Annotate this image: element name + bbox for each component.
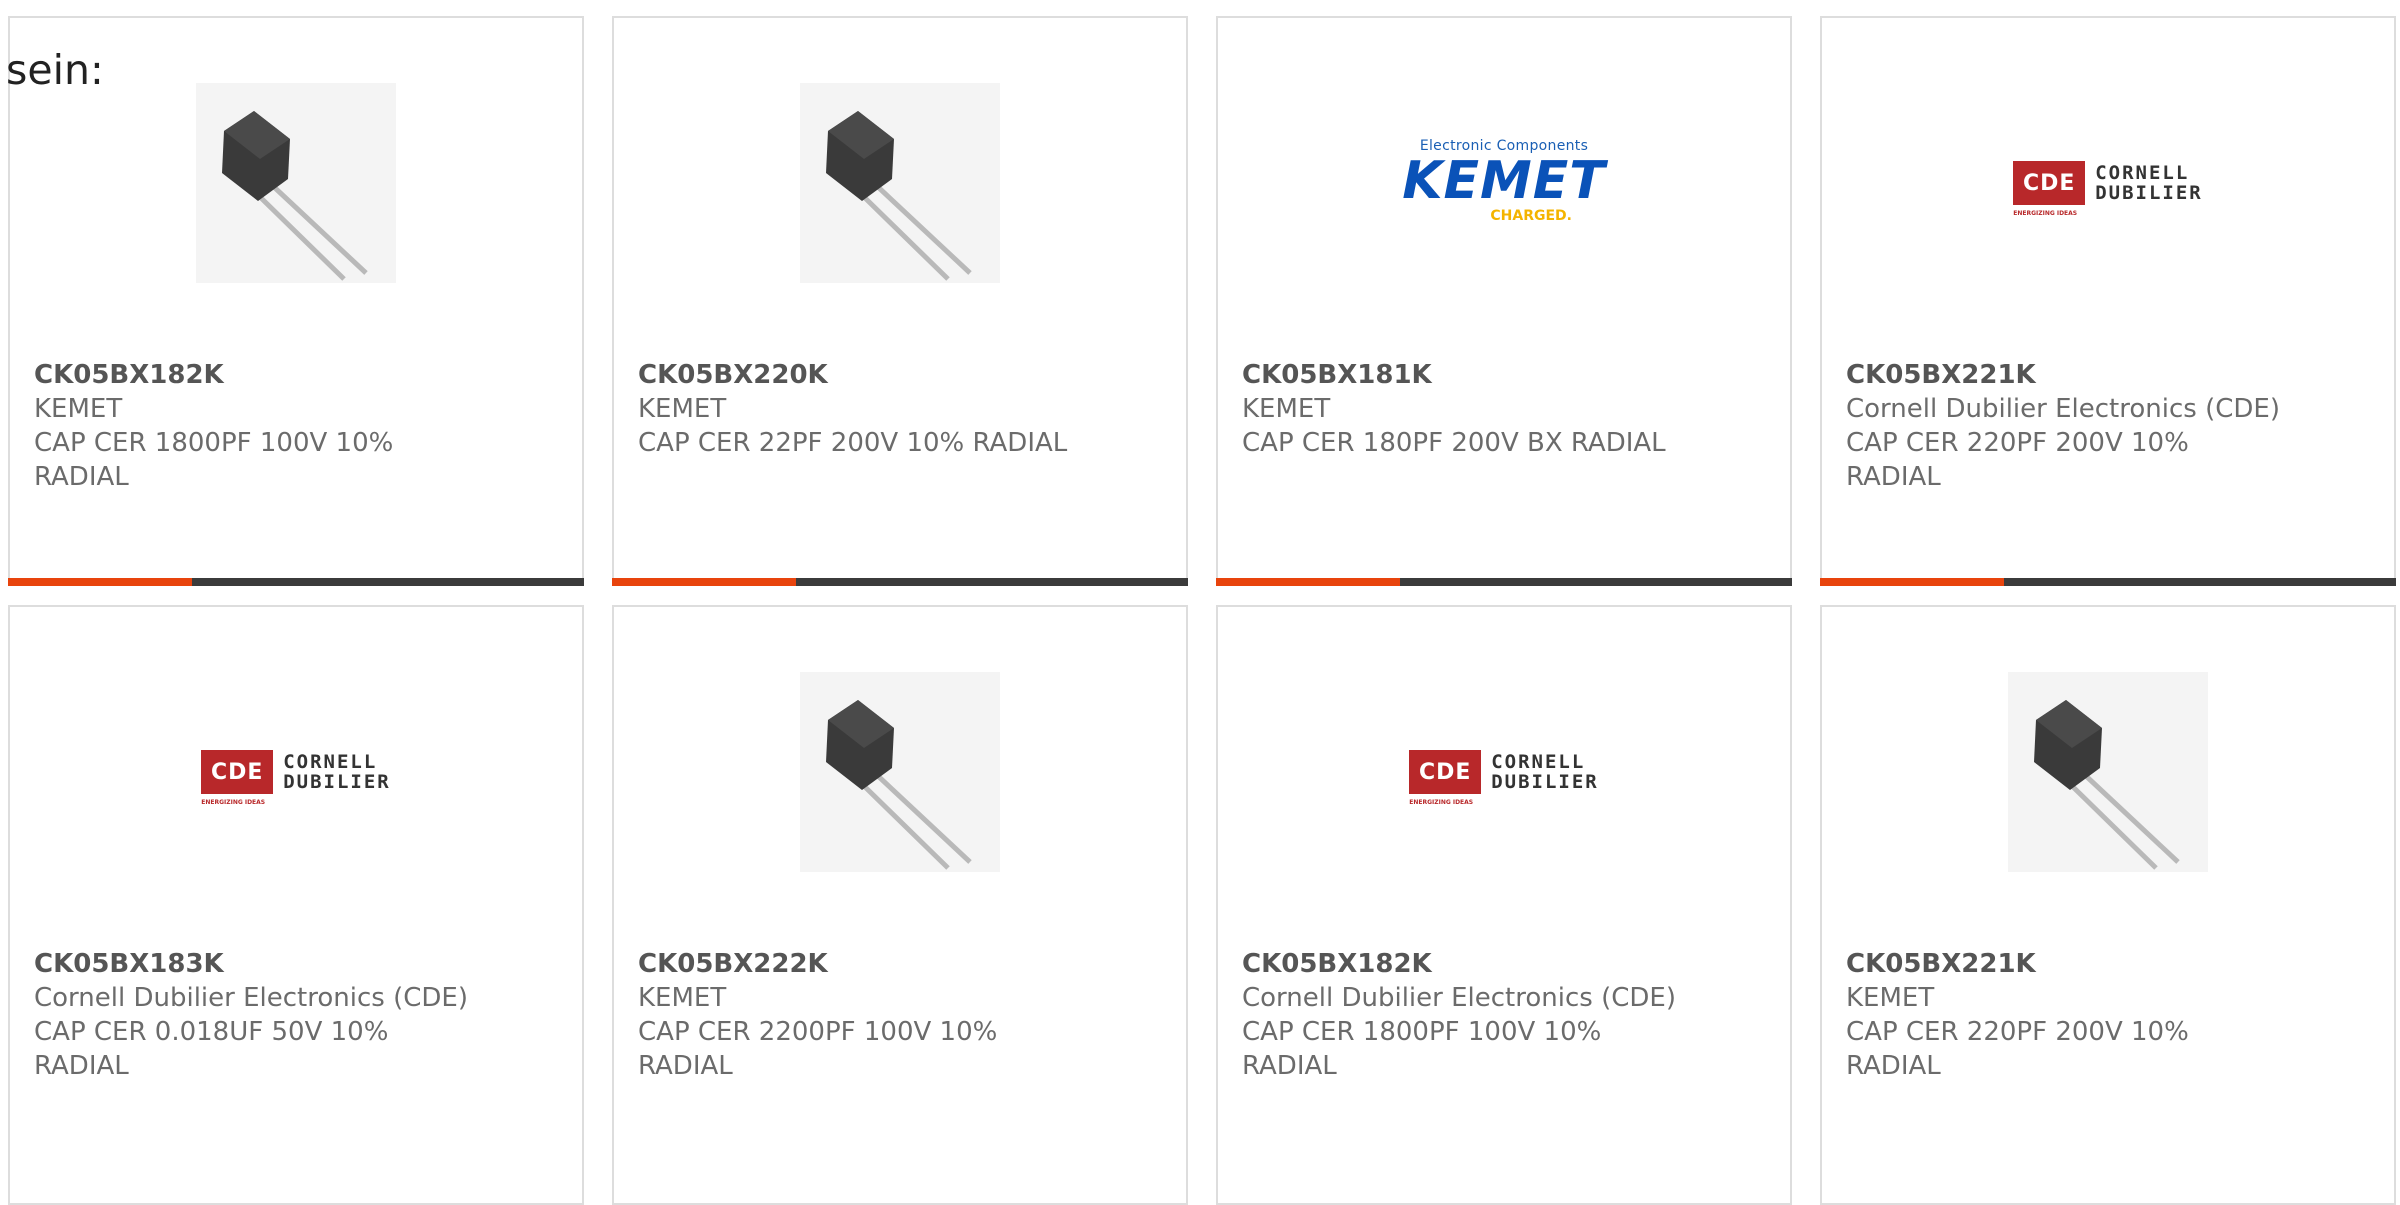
description-line: RADIAL — [34, 462, 129, 492]
cde-name: CORNELL DUBILIER — [1491, 752, 1599, 792]
description-line: RADIAL — [1846, 1051, 1941, 1081]
description-line: CAP CER 1800PF 100V 10% — [34, 428, 394, 458]
card-bottom-bar — [1216, 578, 1792, 586]
product-info: CK05BX181K KEMET CAP CER 180PF 200V BX R… — [1242, 358, 1766, 460]
cde-mark-text: CDE — [2023, 170, 2076, 196]
capacitor-image — [800, 672, 1000, 872]
cde-mark: CDE ENERGIZING IDEAS — [1409, 750, 1482, 806]
kemet-logo: Electronic Components KEMET CHARGED. — [1394, 138, 1614, 228]
card-accent — [612, 578, 796, 586]
description-line: CAP CER 180PF 200V BX RADIAL — [1242, 428, 1666, 458]
cde-logo: CDE ENERGIZING IDEAS CORNELL DUBILIER — [2013, 161, 2203, 217]
product-info: CK05BX221K KEMET CAP CER 220PF 200V 10% … — [1846, 947, 2370, 1083]
cde-name-line2: DUBILIER — [283, 771, 391, 793]
card-accent — [1820, 578, 2004, 586]
part-number[interactable]: CK05BX182K — [34, 358, 558, 392]
product-grid: CK05BX182K KEMET CAP CER 1800PF 100V 10%… — [8, 16, 2400, 1205]
manufacturer: KEMET — [1846, 983, 1935, 1013]
description-line: RADIAL — [1242, 1051, 1337, 1081]
product-image — [614, 667, 1186, 877]
product-image: CDE ENERGIZING IDEAS CORNELL DUBILIER — [1218, 667, 1790, 877]
part-number[interactable]: CK05BX182K — [1242, 947, 1766, 981]
part-number[interactable]: CK05BX181K — [1242, 358, 1766, 392]
cde-mark-text: CDE — [211, 759, 264, 785]
description-line: RADIAL — [34, 1051, 129, 1081]
cde-mark-text: CDE — [1419, 759, 1472, 785]
product-image: CDE ENERGIZING IDEAS CORNELL DUBILIER — [1822, 78, 2394, 288]
description-line: CAP CER 0.018UF 50V 10% — [34, 1017, 389, 1047]
part-number[interactable]: CK05BX221K — [1846, 947, 2370, 981]
manufacturer: KEMET — [638, 394, 727, 424]
cde-name-line1: CORNELL — [283, 751, 378, 773]
product-info: CK05BX220K KEMET CAP CER 22PF 200V 10% R… — [638, 358, 1162, 460]
part-number[interactable]: CK05BX183K — [34, 947, 558, 981]
product-image — [1822, 667, 2394, 877]
cde-small-text: ENERGIZING IDEAS — [1409, 799, 1474, 806]
product-info: CK05BX221K Cornell Dubilier Electronics … — [1846, 358, 2370, 494]
manufacturer: KEMET — [638, 983, 727, 1013]
cde-name-line2: DUBILIER — [2095, 182, 2203, 204]
description-line: CAP CER 220PF 200V 10% — [1846, 1017, 2189, 1047]
description-line: CAP CER 2200PF 100V 10% — [638, 1017, 998, 1047]
card-bottom-bar — [1820, 578, 2396, 586]
manufacturer: Cornell Dubilier Electronics (CDE) — [1242, 983, 1676, 1013]
intro-text: sein: — [6, 46, 104, 94]
product-info: CK05BX183K Cornell Dubilier Electronics … — [34, 947, 558, 1083]
cde-name-line1: CORNELL — [2095, 162, 2190, 184]
product-image: CDE ENERGIZING IDEAS CORNELL DUBILIER — [10, 667, 582, 877]
product-image: Electronic Components KEMET CHARGED. — [1218, 78, 1790, 288]
product-info: CK05BX222K KEMET CAP CER 2200PF 100V 10%… — [638, 947, 1162, 1083]
cde-mark: CDE ENERGIZING IDEAS — [2013, 161, 2086, 217]
manufacturer: KEMET — [1242, 394, 1331, 424]
manufacturer: Cornell Dubilier Electronics (CDE) — [34, 983, 468, 1013]
cde-name: CORNELL DUBILIER — [2095, 163, 2203, 203]
card-bottom-bar — [612, 578, 1188, 586]
part-number[interactable]: CK05BX222K — [638, 947, 1162, 981]
description-line: CAP CER 22PF 200V 10% RADIAL — [638, 428, 1068, 458]
cde-small-text: ENERGIZING IDEAS — [201, 799, 266, 806]
card-bottom-bar — [8, 578, 584, 586]
product-card[interactable]: CDE ENERGIZING IDEAS CORNELL DUBILIER CK… — [1820, 16, 2396, 586]
description-line: CAP CER 1800PF 100V 10% — [1242, 1017, 1602, 1047]
cde-name-line2: DUBILIER — [1491, 771, 1599, 793]
cde-small-text: ENERGIZING IDEAS — [2013, 210, 2078, 217]
product-card[interactable]: CDE ENERGIZING IDEAS CORNELL DUBILIER CK… — [1216, 605, 1792, 1205]
product-info: CK05BX182K KEMET CAP CER 1800PF 100V 10%… — [34, 358, 558, 494]
cde-logo: CDE ENERGIZING IDEAS CORNELL DUBILIER — [201, 750, 391, 806]
kemet-name: KEMET — [1402, 151, 1606, 211]
product-info: CK05BX182K Cornell Dubilier Electronics … — [1242, 947, 1766, 1083]
product-card[interactable]: Electronic Components KEMET CHARGED. CK0… — [1216, 16, 1792, 586]
part-number[interactable]: CK05BX220K — [638, 358, 1162, 392]
description-line: RADIAL — [1846, 462, 1941, 492]
cde-mark: CDE ENERGIZING IDEAS — [201, 750, 274, 806]
cde-logo: CDE ENERGIZING IDEAS CORNELL DUBILIER — [1409, 750, 1599, 806]
product-card[interactable]: CK05BX220K KEMET CAP CER 22PF 200V 10% R… — [612, 16, 1188, 586]
cde-name: CORNELL DUBILIER — [283, 752, 391, 792]
description-line: RADIAL — [638, 1051, 733, 1081]
description-line: CAP CER 220PF 200V 10% — [1846, 428, 2189, 458]
product-card[interactable]: CDE ENERGIZING IDEAS CORNELL DUBILIER CK… — [8, 605, 584, 1205]
product-card[interactable]: CK05BX221K KEMET CAP CER 220PF 200V 10% … — [1820, 605, 2396, 1205]
manufacturer: Cornell Dubilier Electronics (CDE) — [1846, 394, 2280, 424]
capacitor-image — [2008, 672, 2208, 872]
card-accent — [8, 578, 192, 586]
cde-name-line1: CORNELL — [1491, 751, 1586, 773]
manufacturer: KEMET — [34, 394, 123, 424]
capacitor-image — [196, 83, 396, 283]
product-image — [614, 78, 1186, 288]
product-image — [10, 78, 582, 288]
capacitor-image — [800, 83, 1000, 283]
product-card[interactable]: CK05BX222K KEMET CAP CER 2200PF 100V 10%… — [612, 605, 1188, 1205]
part-number[interactable]: CK05BX221K — [1846, 358, 2370, 392]
product-card[interactable]: CK05BX182K KEMET CAP CER 1800PF 100V 10%… — [8, 16, 584, 586]
card-accent — [1216, 578, 1400, 586]
